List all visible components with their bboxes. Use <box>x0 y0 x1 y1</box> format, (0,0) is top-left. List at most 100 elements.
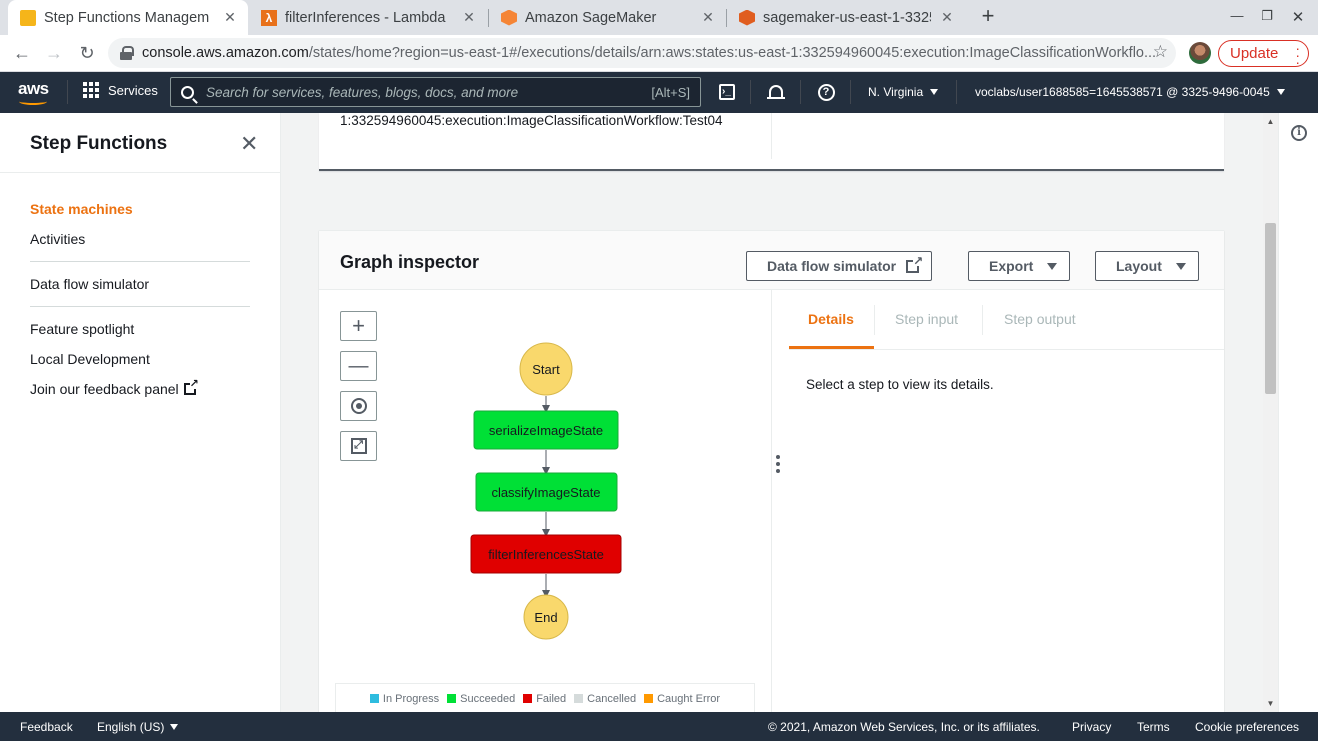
serialize-image-state-node[interactable]: serializeImageState <box>473 410 619 450</box>
details-tabs: Details Step input Step output <box>789 290 1224 350</box>
legend-label: Cancelled <box>587 692 637 705</box>
back-icon[interactable]: ← <box>10 41 34 65</box>
reload-icon[interactable]: ↻ <box>75 41 99 65</box>
scrollbar-thumb[interactable] <box>1265 223 1276 394</box>
bookmark-star-icon[interactable]: ☆ <box>1153 42 1168 62</box>
restore-icon[interactable]: ❐ <box>1257 8 1277 24</box>
caret-down-icon <box>1175 262 1186 270</box>
utility-panel: i <box>1278 113 1318 712</box>
sidebar-item-state-machines[interactable]: State machines <box>30 201 133 217</box>
privacy-link[interactable]: Privacy <box>1072 720 1111 734</box>
page-scrollbar[interactable] <box>1263 113 1278 712</box>
cloudshell-icon[interactable]: ›_ <box>717 82 737 102</box>
tab-details[interactable]: Details <box>808 311 854 327</box>
account-menu[interactable]: voclabs/user1688585=1645538571 @ 3325-94… <box>975 85 1285 99</box>
tab-title: sagemaker-us-east-1-3325 <box>763 9 931 26</box>
tab-step-output[interactable]: Step output <box>1004 311 1076 327</box>
aws-top-nav: aws Services Search for services, featur… <box>0 72 1318 113</box>
sidebar-title: Step Functions <box>30 133 168 154</box>
legend-swatch <box>523 694 533 703</box>
forward-icon[interactable]: → <box>42 41 66 65</box>
region-selector[interactable]: N. Virginia <box>868 85 939 99</box>
terms-link[interactable]: Terms <box>1137 720 1170 734</box>
end-node-label: End <box>534 610 557 625</box>
window-close-icon[interactable]: ✕ <box>1288 8 1308 26</box>
region-label: N. Virginia <box>868 85 924 99</box>
browser-tab-step-functions[interactable]: Step Functions Managem ✕ <box>8 0 248 35</box>
sagemaker-icon <box>501 9 517 26</box>
external-link-icon <box>183 377 199 395</box>
classify-image-state-node[interactable]: classifyImageState <box>475 472 618 512</box>
info-icon[interactable]: i <box>1291 125 1307 141</box>
caret-down-icon <box>170 724 179 730</box>
services-label: Services <box>108 82 158 98</box>
start-node[interactable]: Start <box>519 342 573 396</box>
scroll-down-icon[interactable]: ▼ <box>1265 699 1276 708</box>
browser-tab-sagemaker[interactable]: Amazon SageMaker ✕ <box>489 0 726 35</box>
start-node-label: Start <box>532 362 560 377</box>
filter-inferences-state-node[interactable]: filterInferencesState <box>470 534 622 574</box>
status-legend: In Progress Succeeded Failed Cancelled C… <box>335 683 755 713</box>
aws-logo[interactable]: aws <box>18 79 51 105</box>
workflow-graph: Start serializeImageState classifyImageS… <box>470 342 622 640</box>
kebab-menu-icon[interactable]: · · · <box>1295 41 1300 69</box>
graph-pane: + — ⤢ Start serializeImageState classify… <box>319 290 772 713</box>
search-shortcut: [Alt+S] <box>651 84 690 100</box>
filter-node-label: filterInferencesState <box>488 547 604 562</box>
legend-item-failed: Failed <box>523 693 566 705</box>
legend-swatch <box>369 694 379 703</box>
tab-title: filterInferences - Lambda <box>285 9 446 26</box>
graph-inspector-header: Graph inspector Data flow simulator Expo… <box>319 231 1224 290</box>
button-label: Layout <box>1116 258 1162 274</box>
help-icon[interactable]: ? <box>816 82 836 102</box>
omnibox[interactable]: console.aws.amazon.com/states/home?regio… <box>108 38 1176 68</box>
search-input[interactable]: Search for services, features, blogs, do… <box>170 77 701 107</box>
sidebar-item-feedback-panel[interactable]: Join our feedback panel <box>30 377 199 397</box>
new-tab-button[interactable]: + <box>976 5 1000 29</box>
data-flow-simulator-button[interactable]: Data flow simulator <box>746 251 933 281</box>
browser-tab-s3[interactable]: sagemaker-us-east-1-3325 ✕ <box>727 0 965 35</box>
scroll-up-icon[interactable]: ▲ <box>1265 117 1276 126</box>
sidebar-item-local-development[interactable]: Local Development <box>30 351 150 367</box>
tab-title: Step Functions Managem <box>44 9 210 26</box>
end-node[interactable]: End <box>523 594 569 640</box>
browser-tab-lambda[interactable]: λ filterInferences - Lambda ✕ <box>249 0 487 35</box>
browser-tabstrip: Step Functions Managem ✕ λ filterInferen… <box>0 0 1318 35</box>
legend-item-caught-error: Caught Error <box>644 693 720 705</box>
legend-swatch <box>447 694 457 703</box>
close-icon[interactable]: ✕ <box>939 9 955 26</box>
cookie-preferences-link[interactable]: Cookie preferences <box>1195 720 1299 734</box>
avatar[interactable] <box>1189 42 1211 64</box>
close-icon[interactable]: ✕ <box>222 9 238 26</box>
search-icon <box>181 85 194 99</box>
lock-icon <box>120 46 134 60</box>
sidebar-item-activities[interactable]: Activities <box>30 231 85 247</box>
update-label: Update <box>1230 45 1279 62</box>
export-button[interactable]: Export <box>968 251 1071 281</box>
update-button[interactable]: Update · · · <box>1218 40 1309 69</box>
minimize-icon[interactable]: — <box>1227 8 1247 23</box>
copyright-text: © 2021, Amazon Web Services, Inc. or its… <box>768 720 1040 734</box>
legend-item-succeeded: Succeeded <box>447 693 515 705</box>
search-placeholder: Search for services, features, blogs, do… <box>206 84 519 100</box>
details-pane: Details Step input Step output Select a … <box>786 290 1224 713</box>
url-text[interactable]: console.aws.amazon.com/states/home?regio… <box>142 45 1176 61</box>
close-icon[interactable]: ✕ <box>461 9 477 26</box>
pane-resize-handle[interactable] <box>775 455 781 473</box>
services-menu-button[interactable]: Services <box>83 82 158 98</box>
layout-button[interactable]: Layout <box>1095 251 1199 281</box>
feedback-link[interactable]: Feedback <box>20 720 73 734</box>
sidebar-item-data-flow-simulator[interactable]: Data flow simulator <box>30 276 149 292</box>
s3-icon <box>739 9 755 26</box>
bell-icon[interactable] <box>766 82 786 102</box>
caret-down-icon <box>1276 89 1285 95</box>
divider <box>30 261 250 262</box>
tab-step-input[interactable]: Step input <box>895 311 958 327</box>
language-selector[interactable]: English (US) <box>97 720 179 734</box>
close-sidebar-icon[interactable]: ✕ <box>240 131 258 157</box>
serialize-node-label: serializeImageState <box>489 423 603 438</box>
close-icon[interactable]: ✕ <box>700 9 716 26</box>
sidebar-item-feature-spotlight[interactable]: Feature spotlight <box>30 321 134 337</box>
caret-down-icon <box>930 89 939 95</box>
legend-item-cancelled: Cancelled <box>574 693 636 705</box>
